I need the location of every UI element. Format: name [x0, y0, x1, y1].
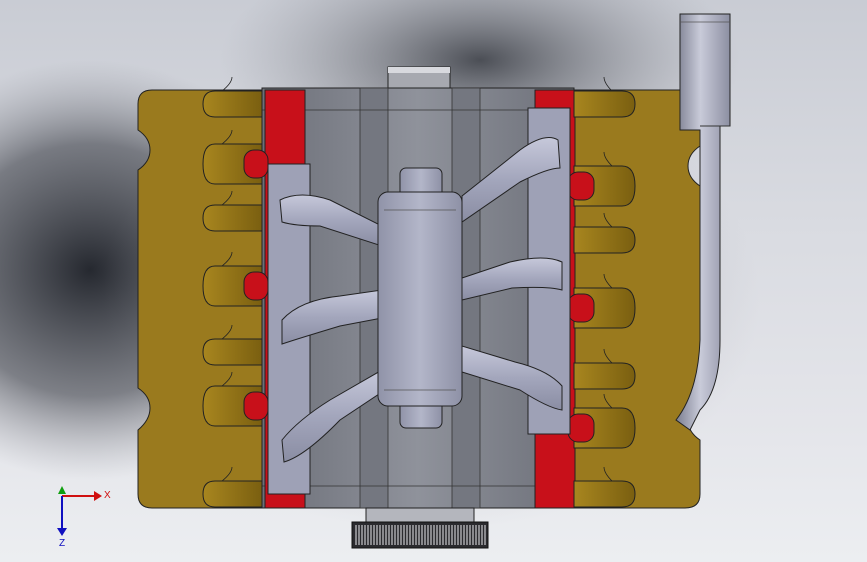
x-axis-arrow: [62, 491, 102, 501]
engine-model[interactable]: [0, 0, 867, 562]
z-axis-label: Z: [59, 538, 65, 548]
port-boss: [573, 76, 636, 118]
z-axis-arrow: [57, 496, 67, 536]
crank-pulley: [351, 507, 489, 549]
coordinate-triad[interactable]: X Z: [52, 484, 116, 548]
x-axis-label: X: [104, 490, 111, 501]
port-boss: [202, 76, 263, 118]
top-boss: [387, 66, 451, 90]
y-axis-arrow: [58, 486, 66, 494]
graphics-viewport[interactable]: X Z: [0, 0, 867, 562]
intake-plenum: [377, 167, 463, 429]
